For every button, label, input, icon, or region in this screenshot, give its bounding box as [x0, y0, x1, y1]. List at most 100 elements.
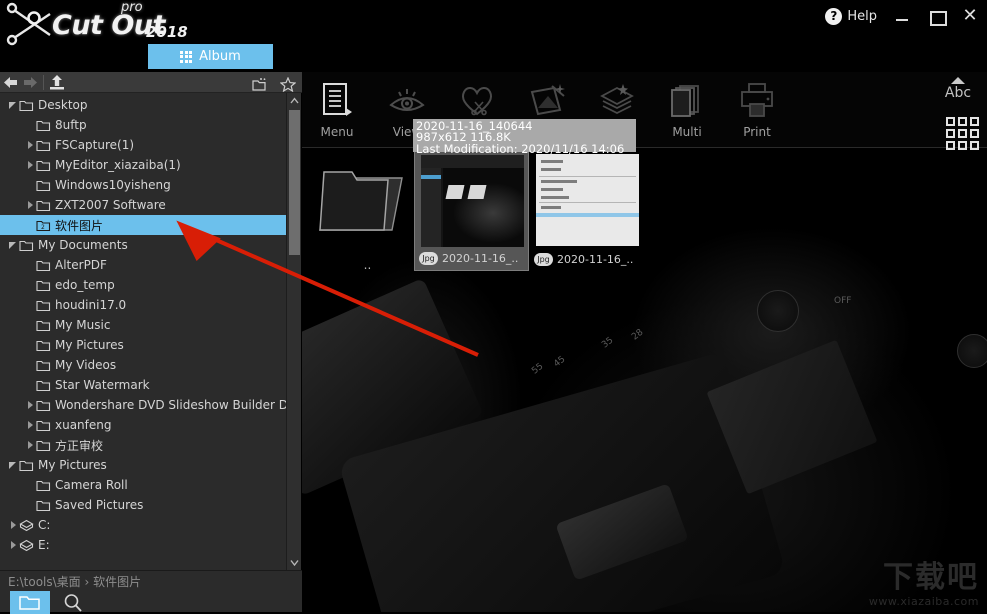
tree-twisty-spacer [23, 495, 36, 515]
printer-icon [738, 80, 776, 120]
tree-item-12[interactable]: My Pictures [0, 335, 287, 355]
folder-icon [36, 300, 51, 311]
tree-twisty-7[interactable] [6, 235, 19, 255]
thumbnail-grid[interactable]: .. Jpg 2020-11-16_.. Jpg 2020-11-16_.. [302, 148, 987, 612]
tree-item-icon-18 [19, 459, 36, 472]
tree-twisty-spacer [23, 115, 36, 135]
tree-twisty-0[interactable] [6, 95, 19, 115]
folder-icon [19, 240, 34, 251]
tree-item-0[interactable]: Desktop [0, 95, 287, 115]
close-button[interactable]: ✕ [961, 7, 979, 25]
help-button[interactable]: ? Help [825, 7, 877, 25]
toolbar-item-menu[interactable]: Menu [302, 80, 372, 144]
path-bar: E:\tools\桌面 › 软件图片 [0, 570, 302, 614]
tree-scrollbar[interactable] [286, 93, 301, 570]
tree-twisty-22[interactable] [6, 535, 19, 555]
tree-item-icon-17 [36, 439, 53, 452]
tree-item-18[interactable]: My Pictures [0, 455, 287, 475]
up-folder-button[interactable] [47, 72, 67, 92]
tree-twisty-3[interactable] [23, 155, 36, 175]
tree-item-9[interactable]: edo_temp [0, 275, 287, 295]
tree-item-2[interactable]: FSCapture(1) [0, 135, 287, 155]
thumbnail-item-1[interactable]: Jpg 2020-11-16_.. [530, 149, 645, 271]
jpg-badge-icon-1: Jpg [534, 253, 553, 266]
back-button[interactable] [0, 72, 20, 92]
tree-item-label-4: Windows10yisheng [55, 178, 171, 192]
tree-item-8[interactable]: AlterPDF [0, 255, 287, 275]
tree-item-10[interactable]: houdini17.0 [0, 295, 287, 315]
scroll-up-arrow[interactable] [287, 93, 302, 108]
tree-twisty-15[interactable] [23, 395, 36, 415]
folder-sidebar: Desktop 8uftp FSCapture(1) MyEditor_xiazaib… [0, 72, 302, 614]
search-icon [64, 593, 82, 612]
tree-item-6[interactable]: 2 软件图片 [0, 215, 287, 235]
tree-twisty-2[interactable] [23, 135, 36, 155]
tree-item-icon-20 [36, 499, 53, 512]
folder-icon [36, 500, 51, 511]
forward-button[interactable] [20, 72, 40, 92]
tree-item-21[interactable]: C: [0, 515, 287, 535]
tree-twisty-17[interactable] [23, 435, 36, 455]
tree-item-icon-1 [36, 119, 53, 132]
tree-item-icon-22 [19, 539, 36, 552]
scroll-down-arrow[interactable] [287, 555, 302, 570]
tree-item-1[interactable]: 8uftp [0, 115, 287, 135]
thumbnail-item-0[interactable]: Jpg 2020-11-16_.. [414, 149, 529, 271]
album-button[interactable]: Album [148, 44, 273, 69]
folder-icon [36, 180, 51, 191]
toolbar-label-multi: Multi [672, 125, 702, 139]
tree-item-label-6: 软件图片 [55, 218, 104, 233]
thumbnail-caption-1: Jpg 2020-11-16_.. [534, 251, 642, 268]
tree-twisty-16[interactable] [23, 415, 36, 435]
drive-icon [19, 519, 34, 531]
tree-item-7[interactable]: My Documents [0, 235, 287, 255]
tree-item-19[interactable]: Camera Roll [0, 475, 287, 495]
chevron-up-icon [290, 97, 299, 104]
tree-item-16[interactable]: xuanfeng [0, 415, 287, 435]
toolbar-divider [43, 74, 44, 90]
tree-twisty-21[interactable] [6, 515, 19, 535]
favorites-button[interactable] [278, 74, 298, 94]
tree-item-11[interactable]: My Music [0, 315, 287, 335]
folder-icon [19, 100, 34, 111]
scrollbar-thumb[interactable] [289, 110, 300, 255]
tree-twisty-5[interactable] [23, 195, 36, 215]
folder-icon [36, 320, 51, 331]
heart-scissors-icon [458, 80, 496, 120]
minimize-button[interactable] [893, 7, 911, 25]
tree-item-label-18: My Pictures [38, 458, 107, 472]
tree-item-14[interactable]: Star Watermark [0, 375, 287, 395]
sort-abc-label: Abc [944, 85, 972, 101]
tree-twisty-18[interactable] [6, 455, 19, 475]
toolbar-label-print: Print [743, 125, 771, 139]
new-folder-button[interactable] [250, 74, 270, 94]
toolbar-item-print[interactable]: Print [722, 80, 792, 144]
tree-item-5[interactable]: ZXT2007 Software [0, 195, 287, 215]
tree-item-icon-7 [19, 239, 36, 252]
svg-text:2: 2 [41, 224, 45, 231]
new-folder-icon [252, 77, 266, 91]
tree-item-4[interactable]: Windows10yisheng [0, 175, 287, 195]
tree-item-icon-19 [36, 479, 53, 492]
main-content: 55 45 35 28 OFF 下载吧 www.xiazaiba.com Men… [302, 72, 987, 612]
open-folder-button[interactable] [10, 591, 50, 614]
tree-item-15[interactable]: Wondershare DVD Slideshow Builder Deluxe [0, 395, 287, 415]
tree-item-22[interactable]: E: [0, 535, 287, 555]
parent-folder-item[interactable]: .. [310, 152, 425, 274]
grid-view-icon[interactable] [946, 117, 979, 150]
search-button[interactable] [62, 591, 84, 614]
tree-item-label-3: MyEditor_xiazaiba(1) [55, 158, 181, 172]
toolbar-item-multi[interactable]: Multi [652, 80, 722, 144]
tree-item-3[interactable]: MyEditor_xiazaiba(1) [0, 155, 287, 175]
maximize-button[interactable] [927, 7, 947, 26]
folder-tree[interactable]: Desktop 8uftp FSCapture(1) MyEditor_xiazaib… [0, 93, 287, 570]
tree-item-label-22: E: [38, 538, 50, 552]
question-mark-icon: ? [825, 7, 843, 25]
app-logo: Cut Out pro 2018 [6, 0, 196, 48]
sort-abc-button[interactable]: Abc [937, 77, 979, 101]
tree-item-17[interactable]: 方正审校 [0, 435, 287, 455]
tree-item-20[interactable]: Saved Pictures [0, 495, 287, 515]
tree-item-icon-2 [36, 139, 53, 152]
tree-item-13[interactable]: My Videos [0, 355, 287, 375]
tree-item-icon-4 [36, 179, 53, 192]
